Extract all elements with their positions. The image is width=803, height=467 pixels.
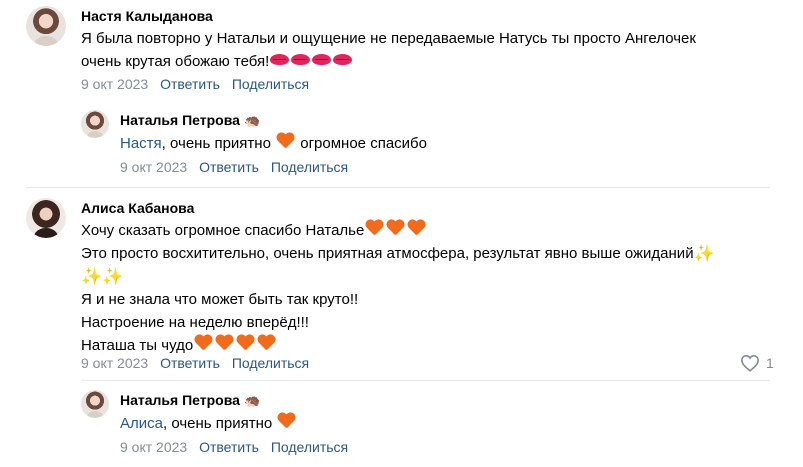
divider: [26, 187, 770, 188]
kiss-mark-icon: [312, 54, 332, 65]
comment-date[interactable]: 9 окт 2023: [81, 355, 148, 371]
like-count: 1: [766, 355, 774, 371]
mention-link[interactable]: Настя: [120, 135, 162, 152]
sparkles-icon: ✨: [81, 267, 103, 286]
comment-text-line: Настя, очень приятно огромное спасибо: [120, 132, 427, 155]
heart-outline-icon: [740, 354, 760, 372]
hedgehog-icon: 🦔: [243, 113, 261, 128]
heart-icon: [257, 335, 276, 352]
comment-text-line: Я была повторно у Натальи и ощущение не …: [81, 30, 696, 47]
comment-text-line: Наташа ты чудо: [81, 334, 715, 357]
heart-icon: [236, 335, 255, 352]
author-name[interactable]: Наталья Петрова: [120, 112, 240, 128]
heart-icon: [407, 220, 426, 237]
comment-author: Наталья Петрова 🦔: [120, 392, 260, 409]
comment-text-line: очень крутая обожаю тебя!: [81, 50, 696, 73]
comment-text-line: Хочу сказать огромное спасибо Наталье: [81, 219, 715, 242]
share-button[interactable]: Поделиться: [232, 76, 309, 92]
avatar[interactable]: [81, 110, 109, 138]
comment-meta: 9 окт 2023 Ответить Поделиться: [81, 355, 309, 371]
sparkles-icon: ✨: [693, 244, 715, 263]
like-button[interactable]: 1: [740, 354, 774, 372]
heart-icon: [386, 220, 405, 237]
avatar[interactable]: [26, 198, 66, 238]
heart-icon: [277, 413, 296, 430]
heart-icon: [215, 335, 234, 352]
comment-date[interactable]: 9 окт 2023: [120, 159, 187, 175]
kiss-mark-icon: [333, 54, 353, 65]
reply-button[interactable]: Ответить: [199, 159, 259, 175]
comment-meta: 9 окт 2023 Ответить Поделиться: [81, 76, 309, 92]
comment-text-fragment: Это просто восхитительно, очень приятная…: [81, 245, 694, 262]
share-button[interactable]: Поделиться: [232, 355, 309, 371]
comment-author[interactable]: Настя Калыданова: [81, 8, 213, 24]
share-button[interactable]: Поделиться: [271, 159, 348, 175]
comment-text-fragment: , очень приятно: [162, 415, 277, 432]
comment-author[interactable]: Алиса Кабанова: [81, 200, 194, 216]
comment-text: Настя, очень приятно огромное спасибо: [120, 132, 427, 155]
comment-text-line: Я и не знала что может быть так круто!!: [81, 291, 359, 308]
heart-icon: [194, 335, 213, 352]
reply-button[interactable]: Ответить: [160, 76, 220, 92]
comment-text: Я была повторно у Натальи и ощущение не …: [81, 27, 696, 73]
comment-date[interactable]: 9 окт 2023: [81, 76, 148, 92]
comment-text-fragment: Наташа ты чудо: [81, 337, 194, 354]
sparkles-icon: ✨: [102, 267, 124, 286]
comment-date[interactable]: 9 окт 2023: [120, 439, 187, 455]
comment-text-fragment: огромное спасибо: [296, 135, 427, 152]
author-name[interactable]: Наталья Петрова: [120, 392, 240, 408]
reply-button[interactable]: Ответить: [160, 355, 220, 371]
comment-text-fragment: , очень приятно: [161, 135, 276, 152]
avatar[interactable]: [81, 390, 109, 418]
reply-button[interactable]: Ответить: [199, 439, 259, 455]
avatar[interactable]: [26, 6, 66, 46]
comment-text-fragment: Хочу сказать огромное спасибо Наталье: [81, 222, 365, 239]
comment-text-line: ✨✨: [81, 265, 715, 288]
comment-meta: 9 окт 2023 Ответить Поделиться: [120, 439, 348, 455]
comment-text: Алиса, очень приятно: [120, 412, 297, 435]
comment-text-line: Алиса, очень приятно: [120, 412, 297, 435]
divider: [81, 380, 770, 381]
mention-link[interactable]: Алиса: [120, 415, 163, 432]
hedgehog-icon: 🦔: [243, 393, 261, 408]
comment-text-line: Настроение на неделю вперёд!!!: [81, 314, 309, 331]
heart-icon: [276, 133, 295, 150]
comment-text-fragment: очень крутая обожаю тебя!: [81, 53, 270, 70]
kiss-mark-icon: [270, 54, 290, 65]
comment-text: Хочу сказать огромное спасибо Наталье Эт…: [81, 219, 715, 357]
comment-author: Наталья Петрова 🦔: [120, 112, 260, 129]
kiss-mark-icon: [291, 54, 311, 65]
heart-icon: [365, 220, 384, 237]
comment-meta: 9 окт 2023 Ответить Поделиться: [120, 159, 348, 175]
share-button[interactable]: Поделиться: [271, 439, 348, 455]
comment-text-line: Это просто восхитительно, очень приятная…: [81, 242, 715, 265]
